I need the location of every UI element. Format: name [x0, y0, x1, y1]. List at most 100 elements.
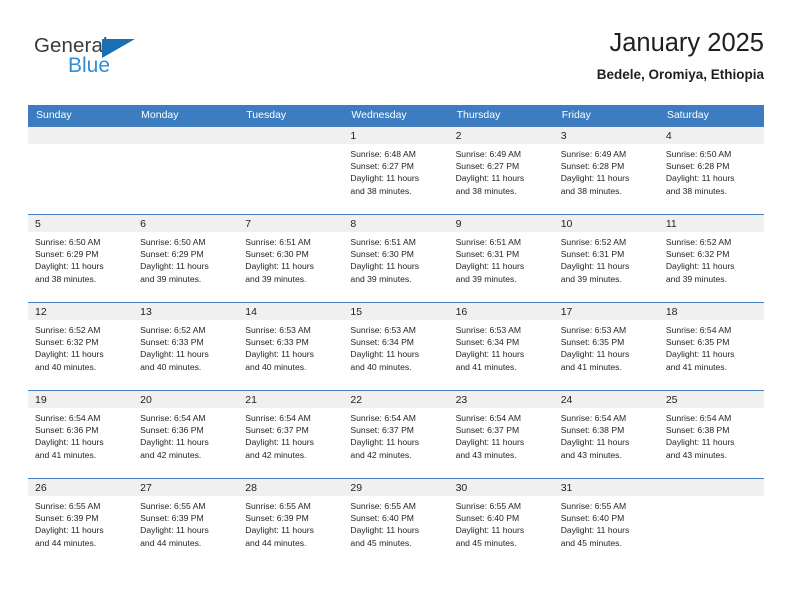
- day-detail-line: Sunset: 6:27 PM: [455, 161, 520, 172]
- calendar-day-cell[interactable]: 15 Sunrise: 6:53 AM Sunset: 6:34 PM Dayligh…: [343, 302, 449, 391]
- day-detail-line: and 44 minutes.: [35, 537, 97, 548]
- day-detail-line: Sunset: 6:36 PM: [35, 425, 99, 436]
- day-detail-line: Sunset: 6:40 PM: [560, 513, 625, 524]
- day-details: Sunrise: 6:54 AM Sunset: 6:38 PM Daylight:…: [554, 408, 659, 461]
- day-number: 14: [238, 303, 344, 320]
- day-details: [133, 144, 238, 148]
- calendar-day-cell[interactable]: 31 Sunrise: 6:55 AM Sunset: 6:40 PM Dayligh…: [553, 478, 659, 566]
- calendar-day-cell[interactable]: 3 Sunrise: 6:49 AM Sunset: 6:28 PM Daylight…: [553, 126, 659, 215]
- day-details: Sunrise: 6:50 AM Sunset: 6:29 PM Daylight:…: [133, 232, 238, 285]
- calendar-day-cell[interactable]: 1 Sunrise: 6:48 AM Sunset: 6:27 PM Daylight…: [343, 126, 449, 215]
- day-detail-line: and 41 minutes.: [455, 361, 517, 372]
- calendar-day-cell[interactable]: 10 Sunrise: 6:52 AM Sunset: 6:31 PM Dayligh…: [553, 214, 659, 303]
- day-detail-line: Daylight: 11 hours: [455, 173, 525, 184]
- calendar-day-cell[interactable]: 17 Sunrise: 6:53 AM Sunset: 6:35 PM Dayligh…: [553, 302, 659, 391]
- day-number: 1: [343, 127, 449, 144]
- day-details: Sunrise: 6:51 AM Sunset: 6:30 PM Daylight:…: [343, 232, 448, 285]
- day-number: 13: [133, 303, 239, 320]
- day-detail-line: Sunset: 6:39 PM: [245, 513, 309, 524]
- day-detail-line: Daylight: 11 hours: [140, 437, 209, 448]
- day-detail-line: Sunrise: 6:54 AM: [350, 413, 416, 423]
- calendar-day-cell[interactable]: 9 Sunrise: 6:51 AM Sunset: 6:31 PM Daylight…: [448, 214, 554, 303]
- day-details: Sunrise: 6:55 AM Sunset: 6:39 PM Daylight:…: [238, 496, 343, 549]
- calendar-day-cell[interactable]: 14 Sunrise: 6:53 AM Sunset: 6:33 PM Dayligh…: [238, 302, 344, 391]
- calendar-week-row: 19 Sunrise: 6:54 AM Sunset: 6:36 PM Dayligh…: [28, 390, 764, 479]
- day-details: Sunrise: 6:55 AM Sunset: 6:39 PM Daylight:…: [133, 496, 238, 549]
- calendar-day-cell[interactable]: 30 Sunrise: 6:55 AM Sunset: 6:40 PM Dayligh…: [448, 478, 554, 566]
- day-details: Sunrise: 6:53 AM Sunset: 6:34 PM Daylight:…: [343, 320, 448, 373]
- day-number: 21: [238, 391, 344, 408]
- day-detail-line: Daylight: 11 hours: [140, 525, 209, 536]
- day-detail-line: Daylight: 11 hours: [560, 437, 630, 448]
- day-details: Sunrise: 6:50 AM Sunset: 6:28 PM Daylight:…: [659, 144, 764, 197]
- day-details: Sunrise: 6:50 AM Sunset: 6:29 PM Daylight:…: [28, 232, 133, 285]
- day-detail-line: Sunset: 6:33 PM: [140, 337, 204, 348]
- day-details: Sunrise: 6:48 AM Sunset: 6:27 PM Daylight:…: [343, 144, 448, 197]
- day-details: Sunrise: 6:54 AM Sunset: 6:37 PM Daylight:…: [449, 408, 554, 461]
- calendar-day-cell[interactable]: 21 Sunrise: 6:54 AM Sunset: 6:37 PM Dayligh…: [238, 390, 344, 479]
- day-detail-line: and 41 minutes.: [665, 361, 727, 372]
- page-header: General Blue January 2025 Bedele, Oromiy…: [28, 28, 764, 98]
- day-detail-line: Sunrise: 6:53 AM: [245, 325, 311, 335]
- calendar-day-cell[interactable]: 18 Sunrise: 6:54 AM Sunset: 6:35 PM Dayligh…: [658, 302, 764, 391]
- day-detail-line: Daylight: 11 hours: [455, 349, 525, 360]
- day-detail-line: Daylight: 11 hours: [350, 525, 420, 536]
- day-detail-line: and 40 minutes.: [140, 361, 202, 372]
- day-detail-line: and 39 minutes.: [665, 273, 727, 284]
- day-detail-line: and 43 minutes.: [560, 449, 622, 460]
- day-number: 4: [658, 127, 764, 144]
- day-details: Sunrise: 6:52 AM Sunset: 6:31 PM Daylight:…: [554, 232, 659, 285]
- day-details: Sunrise: 6:54 AM Sunset: 6:37 PM Daylight:…: [343, 408, 448, 461]
- day-detail-line: and 41 minutes.: [560, 361, 622, 372]
- day-detail-line: Sunset: 6:28 PM: [560, 161, 625, 172]
- day-number: [238, 127, 344, 144]
- calendar-day-cell[interactable]: 28 Sunrise: 6:55 AM Sunset: 6:39 PM Dayligh…: [238, 478, 344, 566]
- calendar-day-cell[interactable]: 19 Sunrise: 6:54 AM Sunset: 6:36 PM Dayligh…: [28, 390, 134, 479]
- calendar-day-cell[interactable]: 5 Sunrise: 6:50 AM Sunset: 6:29 PM Daylight…: [28, 214, 134, 303]
- day-detail-line: Sunrise: 6:53 AM: [560, 325, 627, 335]
- day-detail-line: and 45 minutes.: [350, 537, 412, 548]
- calendar-day-cell[interactable]: 29 Sunrise: 6:55 AM Sunset: 6:40 PM Dayligh…: [343, 478, 449, 566]
- day-number: 5: [28, 215, 134, 232]
- day-number: 16: [448, 303, 554, 320]
- calendar-day-cell[interactable]: 25 Sunrise: 6:54 AM Sunset: 6:38 PM Dayligh…: [658, 390, 764, 479]
- day-detail-line: Daylight: 11 hours: [665, 261, 735, 272]
- calendar-day-cell[interactable]: 26 Sunrise: 6:55 AM Sunset: 6:39 PM Dayligh…: [28, 478, 134, 566]
- day-details: Sunrise: 6:52 AM Sunset: 6:32 PM Daylight:…: [659, 232, 764, 285]
- day-details: Sunrise: 6:54 AM Sunset: 6:37 PM Daylight:…: [238, 408, 343, 461]
- calendar-day-cell[interactable]: 2 Sunrise: 6:49 AM Sunset: 6:27 PM Daylight…: [448, 126, 554, 215]
- calendar-day-cell[interactable]: 8 Sunrise: 6:51 AM Sunset: 6:30 PM Daylight…: [343, 214, 449, 303]
- calendar-week-row: 5 Sunrise: 6:50 AM Sunset: 6:29 PM Daylight…: [28, 214, 764, 303]
- calendar-day-cell[interactable]: 27 Sunrise: 6:55 AM Sunset: 6:39 PM Dayligh…: [133, 478, 239, 566]
- day-detail-line: Sunrise: 6:50 AM: [140, 237, 206, 247]
- day-detail-line: and 39 minutes.: [455, 273, 517, 284]
- day-detail-line: Sunrise: 6:50 AM: [35, 237, 101, 247]
- day-detail-line: and 44 minutes.: [140, 537, 202, 548]
- calendar-day-cell[interactable]: 20 Sunrise: 6:54 AM Sunset: 6:36 PM Dayligh…: [133, 390, 239, 479]
- calendar-day-cell[interactable]: 12 Sunrise: 6:52 AM Sunset: 6:32 PM Dayligh…: [28, 302, 134, 391]
- day-number: 31: [553, 479, 659, 496]
- day-detail-line: Sunrise: 6:54 AM: [560, 413, 627, 423]
- calendar-day-cell[interactable]: 24 Sunrise: 6:54 AM Sunset: 6:38 PM Dayligh…: [553, 390, 659, 479]
- day-detail-line: and 42 minutes.: [140, 449, 202, 460]
- calendar-day-cell[interactable]: 7 Sunrise: 6:51 AM Sunset: 6:30 PM Daylight…: [238, 214, 344, 303]
- day-number: 10: [553, 215, 659, 232]
- day-number: 28: [238, 479, 344, 496]
- day-number: 12: [28, 303, 134, 320]
- calendar-day-cell[interactable]: 23 Sunrise: 6:54 AM Sunset: 6:37 PM Dayligh…: [448, 390, 554, 479]
- calendar-day-cell[interactable]: 13 Sunrise: 6:52 AM Sunset: 6:33 PM Dayligh…: [133, 302, 239, 391]
- day-details: Sunrise: 6:54 AM Sunset: 6:36 PM Daylight:…: [133, 408, 238, 461]
- day-detail-line: Sunrise: 6:54 AM: [35, 413, 101, 423]
- calendar-day-cell[interactable]: 4 Sunrise: 6:50 AM Sunset: 6:28 PM Daylight…: [658, 126, 764, 215]
- day-detail-line: Daylight: 11 hours: [245, 525, 314, 536]
- day-details: Sunrise: 6:49 AM Sunset: 6:27 PM Daylight:…: [449, 144, 554, 197]
- day-number: 3: [553, 127, 659, 144]
- day-details: Sunrise: 6:54 AM Sunset: 6:36 PM Daylight:…: [28, 408, 133, 461]
- day-detail-line: Sunset: 6:33 PM: [245, 337, 309, 348]
- day-details: Sunrise: 6:54 AM Sunset: 6:38 PM Daylight:…: [659, 408, 764, 461]
- day-detail-line: Daylight: 11 hours: [350, 173, 420, 184]
- calendar-day-cell[interactable]: 22 Sunrise: 6:54 AM Sunset: 6:37 PM Dayligh…: [343, 390, 449, 479]
- calendar-day-cell[interactable]: 11 Sunrise: 6:52 AM Sunset: 6:32 PM Dayligh…: [658, 214, 764, 303]
- calendar-day-cell[interactable]: 6 Sunrise: 6:50 AM Sunset: 6:29 PM Daylight…: [133, 214, 239, 303]
- calendar-day-cell[interactable]: 16 Sunrise: 6:53 AM Sunset: 6:34 PM Dayligh…: [448, 302, 554, 391]
